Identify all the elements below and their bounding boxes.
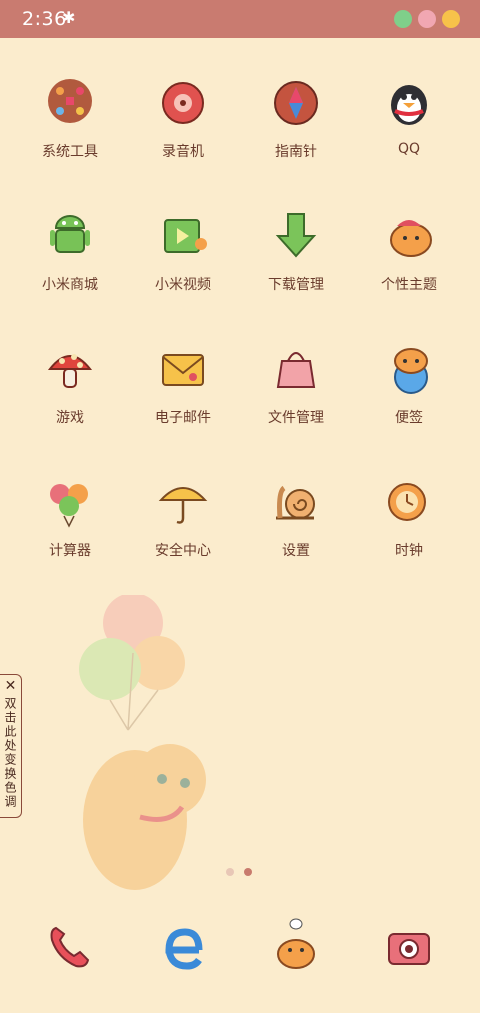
- dock-cat-messages[interactable]: [236, 916, 356, 972]
- status-bar: 2:36 ✱: [0, 0, 480, 38]
- app-label: 下载管理: [268, 277, 324, 293]
- cat-theme-icon: [381, 206, 437, 262]
- app-label: 指南针: [275, 144, 317, 160]
- tools-folder-icon: [42, 73, 98, 129]
- balloon-status-icon: [418, 10, 436, 28]
- app-label: 小米视频: [155, 277, 211, 293]
- dock-phone[interactable]: [10, 916, 130, 972]
- status-time: 2:36: [22, 8, 67, 30]
- app-recorder[interactable]: 录音机: [123, 73, 243, 161]
- app-download-arrow[interactable]: 下载管理: [236, 206, 356, 294]
- tone-toggle-text: 双击此处变换色调: [3, 697, 17, 809]
- cat-status-icon: [442, 10, 460, 28]
- camera-icon: [381, 916, 437, 972]
- app-mushroom[interactable]: 游戏: [10, 339, 130, 427]
- penguin-icon: [381, 73, 437, 129]
- app-label: QQ: [397, 141, 421, 157]
- app-cat-clock[interactable]: 时钟: [349, 472, 469, 560]
- snail-icon: [268, 472, 324, 528]
- envelope-icon: [155, 339, 211, 395]
- bluetooth-icon: ✱: [62, 8, 76, 27]
- app-label: 计算器: [49, 543, 91, 559]
- balloon-cat-wallpaper: [79, 595, 206, 890]
- app-envelope[interactable]: 电子邮件: [123, 339, 243, 427]
- page-indicator: [226, 868, 252, 876]
- app-label: 系统工具: [42, 144, 98, 160]
- download-arrow-icon: [268, 206, 324, 262]
- app-compass[interactable]: 指南针: [236, 73, 356, 161]
- umbrella-icon: [155, 472, 211, 528]
- status-icons: [394, 10, 460, 28]
- compass-icon: [268, 73, 324, 129]
- browser-e-icon: [155, 916, 211, 972]
- app-tools-folder[interactable]: 系统工具: [10, 73, 130, 161]
- dock-camera[interactable]: [349, 916, 469, 972]
- phone-icon: [42, 916, 98, 972]
- app-umbrella[interactable]: 安全中心: [123, 472, 243, 560]
- app-video[interactable]: 小米视频: [123, 206, 243, 294]
- balloons-calc-icon: [42, 472, 98, 528]
- app-label: 小米商城: [42, 277, 98, 293]
- app-label: 文件管理: [268, 410, 324, 426]
- mushroom-icon: [42, 339, 98, 395]
- dock: [0, 910, 480, 990]
- app-label: 游戏: [56, 410, 84, 426]
- app-label: 便签: [395, 410, 423, 426]
- app-label: 录音机: [162, 144, 204, 160]
- tone-toggle-handle[interactable]: ✕ 双击此处变换色调: [0, 674, 22, 818]
- app-balloons-calc[interactable]: 计算器: [10, 472, 130, 560]
- cat-clock-icon: [381, 472, 437, 528]
- close-icon[interactable]: ✕: [5, 675, 17, 697]
- app-snail[interactable]: 设置: [236, 472, 356, 560]
- app-label: 个性主题: [381, 277, 437, 293]
- app-label: 时钟: [395, 543, 423, 559]
- app-label: 电子邮件: [155, 410, 211, 426]
- clover-icon: [394, 10, 412, 28]
- cat-note-icon: [381, 339, 437, 395]
- app-label: 设置: [282, 543, 310, 559]
- video-icon: [155, 206, 211, 262]
- page-dot-2[interactable]: [244, 868, 252, 876]
- app-android[interactable]: 小米商城: [10, 206, 130, 294]
- android-icon: [42, 206, 98, 262]
- app-file-bag[interactable]: 文件管理: [236, 339, 356, 427]
- app-cat-note[interactable]: 便签: [349, 339, 469, 427]
- recorder-icon: [155, 73, 211, 129]
- app-penguin[interactable]: QQ: [349, 73, 469, 157]
- file-bag-icon: [268, 339, 324, 395]
- page-dot-1[interactable]: [226, 868, 234, 876]
- app-cat-theme[interactable]: 个性主题: [349, 206, 469, 294]
- app-label: 安全中心: [155, 543, 211, 559]
- dock-browser-e[interactable]: [123, 916, 243, 972]
- cat-messages-icon: [268, 916, 324, 972]
